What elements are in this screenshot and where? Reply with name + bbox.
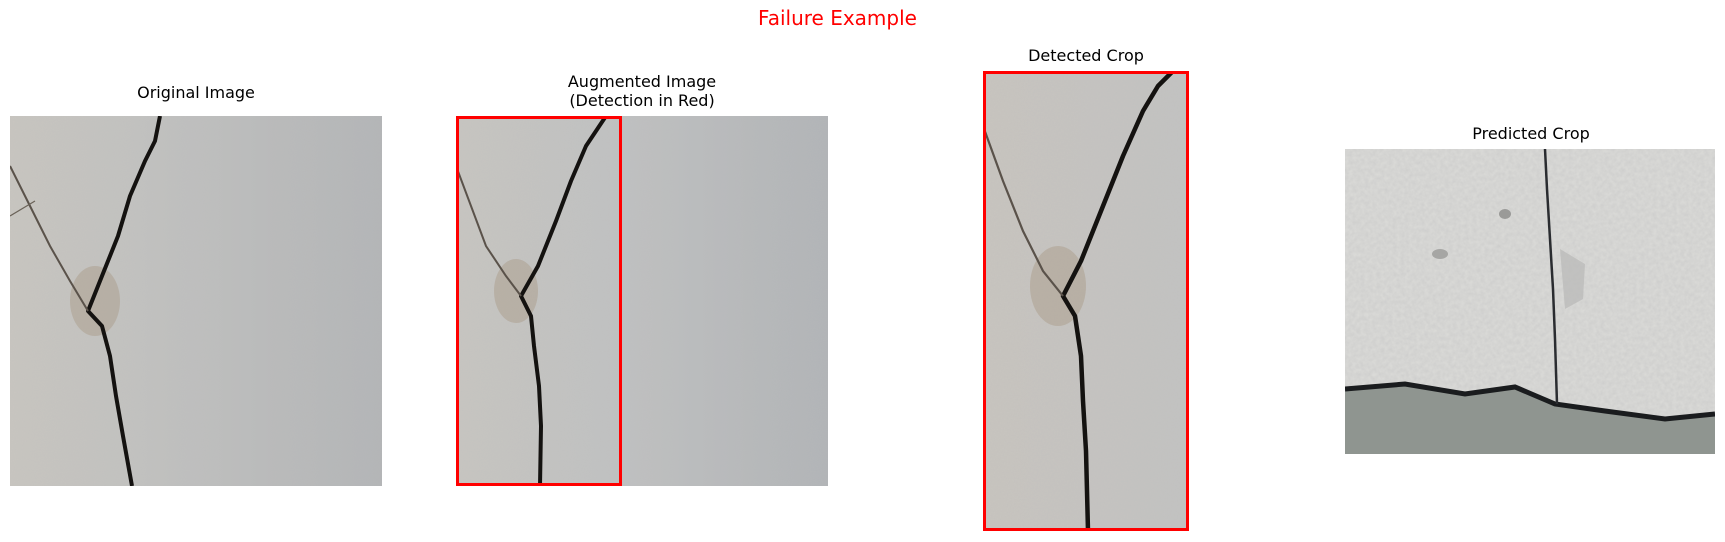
- original-image-title: Original Image: [137, 83, 255, 102]
- detected-crop-title: Detected Crop: [1028, 46, 1144, 65]
- detection-box: [456, 116, 622, 486]
- augmented-image-title: Augmented Image (Detection in Red): [567, 72, 717, 110]
- original-image: [10, 116, 382, 486]
- predicted-crop-image: [1345, 149, 1715, 454]
- predicted-crop-title: Predicted Crop: [1472, 124, 1590, 143]
- figure-suptitle: Failure Example: [758, 6, 917, 30]
- detected-crop-border: [983, 71, 1189, 531]
